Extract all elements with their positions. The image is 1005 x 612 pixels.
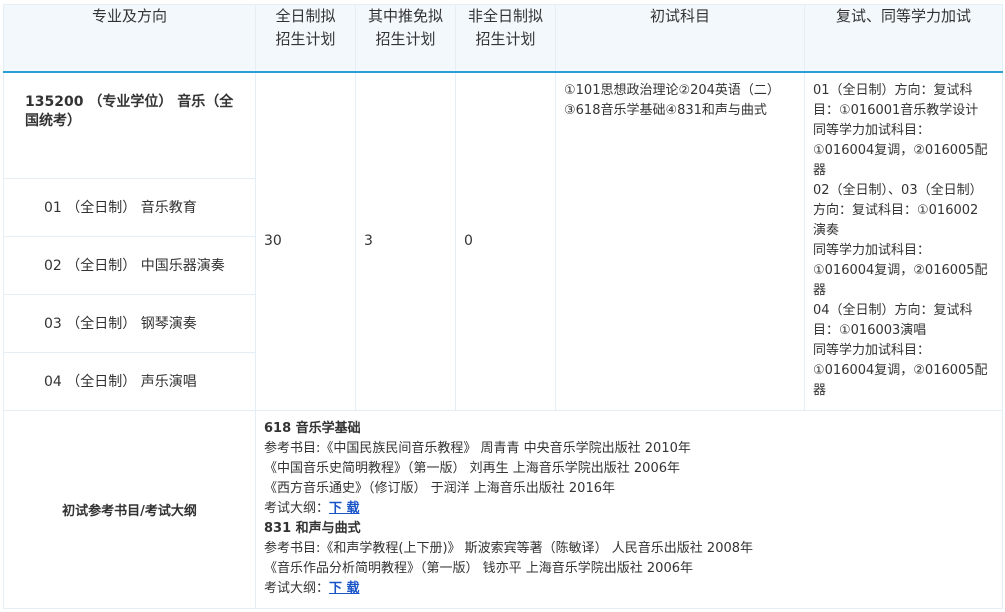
header-recommend-line2: 招生计划 — [375, 30, 436, 48]
outline-line: 考试大纲：下 载 — [264, 499, 994, 519]
header-major: 专业及方向 — [3, 4, 256, 73]
retest-line: 同等学力加试科目： — [813, 123, 931, 138]
retest-line: 01（全日制）方向：复试科 — [813, 83, 973, 98]
admissions-table: 专业及方向 全日制拟 招生计划 其中推免拟 招生计划 非全日制拟 招生计划 初试科目 … — [3, 4, 1003, 609]
retest-line: 目：①016001音乐教学设计 — [813, 103, 979, 118]
download-link-831[interactable]: 下 载 — [329, 581, 360, 596]
header-part-time-line1: 非全日制拟 — [467, 7, 543, 25]
header-full-time-line1: 全日制拟 — [275, 7, 336, 25]
reference-section-title: 831 和声与曲式 — [264, 520, 361, 536]
recommend-plan-value: 3 — [355, 71, 456, 411]
direction-04: 04 （全日制） 声乐演唱 — [3, 351, 256, 411]
exam-subjects-line: ③618音乐学基础④831和声与曲式 — [564, 103, 767, 118]
retest-line: 方向：复试科目：①016002 — [813, 203, 979, 218]
reference-row: 初试参考书目/考试大纲 618 音乐学基础 参考书目:《中国民族民间音乐教程》 … — [3, 409, 1003, 609]
reference-book: 参考书目:《中国民族民间音乐教程》 周青青 中央音乐学院出版社 2010年 — [264, 440, 691, 456]
retest-line: 04（全日制）方向：复试科 — [813, 303, 973, 318]
header-recommend-line1: 其中推免拟 — [367, 7, 443, 25]
retest-line: ①016004复调，②016005配 — [813, 263, 988, 278]
retest-line: 器 — [813, 383, 827, 398]
header-exam-subjects: 初试科目 — [555, 4, 805, 73]
header-recommend-plan: 其中推免拟 招生计划 — [355, 4, 456, 73]
outline-line: 考试大纲：下 载 — [264, 579, 994, 599]
retest-line: ①016004复调，②016005配 — [813, 363, 988, 378]
reference-content: 618 音乐学基础 参考书目:《中国民族民间音乐教程》 周青青 中央音乐学院出版… — [255, 409, 1003, 609]
header-row: 专业及方向 全日制拟 招生计划 其中推免拟 招生计划 非全日制拟 招生计划 初试科目 … — [3, 4, 1003, 73]
header-part-time-line2: 招生计划 — [475, 30, 536, 48]
retest-line: 02（全日制）、03（全日制） — [813, 183, 983, 198]
header-part-time-plan: 非全日制拟 招生计划 — [455, 4, 556, 73]
retest-line: 器 — [813, 163, 827, 178]
retest-line: 演奏 — [813, 223, 840, 238]
major-title: 135200 （专业学位） 音乐（全国统考） — [3, 71, 256, 179]
exam-subjects-cell: ①101思想政治理论②204英语（二） ③618音乐学基础④831和声与曲式 — [555, 71, 805, 411]
retest-line: 目：①016003演唱 — [813, 323, 927, 338]
major-row: 135200 （专业学位） 音乐（全国统考） 30 3 0 ①101思想政治理论… — [3, 71, 1003, 411]
header-full-time-plan: 全日制拟 招生计划 — [255, 4, 356, 73]
reference-book: 《中国音乐史简明教程》（第一版） 刘再生 上海音乐学院出版社 2006年 — [264, 460, 680, 476]
reference-book: 《音乐作品分析简明教程》（第一版） 钱亦平 上海音乐学院出版社 2006年 — [264, 560, 693, 576]
reference-section-title: 618 音乐学基础 — [264, 420, 361, 436]
download-link-618[interactable]: 下 载 — [329, 501, 360, 516]
direction-02: 02 （全日制） 中国乐器演奏 — [3, 235, 256, 295]
outline-label: 考试大纲： — [264, 580, 330, 596]
header-retest: 复试、同等学力加试 — [804, 4, 1003, 73]
part-time-plan-value: 0 — [455, 71, 556, 411]
retest-cell: 01（全日制）方向：复试科 目：①016001音乐教学设计 同等学力加试科目： … — [804, 71, 1003, 411]
outline-label: 考试大纲： — [264, 500, 330, 516]
direction-01: 01 （全日制） 音乐教育 — [3, 177, 256, 237]
full-time-plan-value: 30 — [255, 71, 356, 411]
reference-label: 初试参考书目/考试大纲 — [3, 409, 256, 609]
reference-book: 参考书目:《和声学教程(上下册)》 斯波索宾等著（陈敏译） 人民音乐出版社 20… — [264, 540, 754, 556]
exam-subjects-line: ①101思想政治理论②204英语（二） — [564, 83, 780, 98]
retest-line: 同等学力加试科目： — [813, 343, 931, 358]
header-full-time-line2: 招生计划 — [275, 30, 336, 48]
retest-line: 同等学力加试科目： — [813, 243, 931, 258]
reference-book: 《西方音乐通史》（修订版） 于润洋 上海音乐出版社 2016年 — [264, 480, 615, 496]
retest-line: 器 — [813, 283, 827, 298]
direction-03: 03 （全日制） 钢琴演奏 — [3, 293, 256, 353]
retest-line: ①016004复调，②016005配 — [813, 143, 988, 158]
